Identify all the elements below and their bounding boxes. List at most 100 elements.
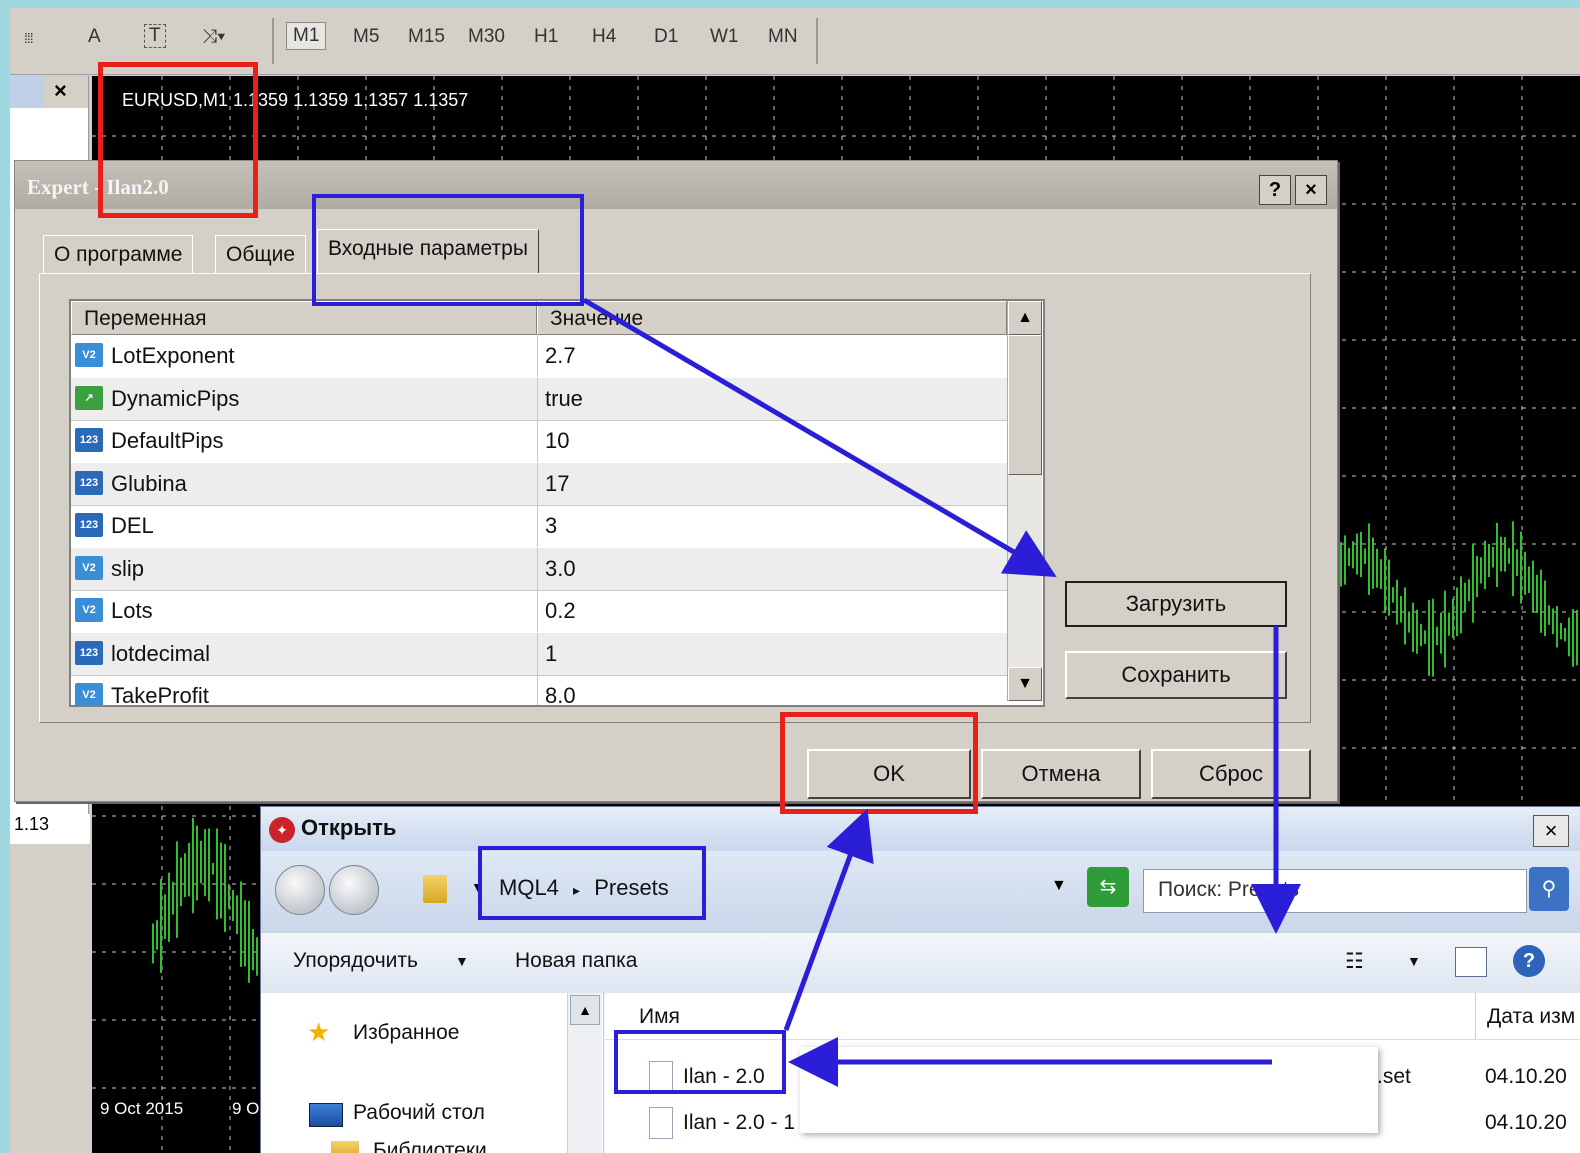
vertical-scrollbar[interactable]: ▲ ▼ <box>1007 301 1042 701</box>
reset-button[interactable]: Сброс <box>1151 749 1311 799</box>
toolbar-separator <box>816 18 818 64</box>
nav-scrollbar[interactable]: ▲ <box>567 993 602 1153</box>
period-m15[interactable]: M15 <box>408 26 445 48</box>
period-mn[interactable]: MN <box>768 26 798 48</box>
help-icon[interactable]: ? <box>1513 945 1545 977</box>
parameter-value[interactable]: 17 <box>545 471 569 497</box>
parameter-value[interactable]: 3.0 <box>545 556 576 582</box>
nav-item-favorites[interactable]: Избранное <box>353 1021 459 1045</box>
parameter-value[interactable]: 2.7 <box>545 343 576 369</box>
column-divider <box>537 675 538 705</box>
search-input[interactable]: Поиск: Presets <box>1143 869 1527 913</box>
back-icon[interactable] <box>275 865 325 915</box>
column-header-date[interactable]: Дата изм <box>1475 993 1580 1040</box>
candle-bar <box>1340 542 1342 587</box>
column-header-value[interactable]: Значение <box>537 301 1007 335</box>
parameter-row[interactable]: 123 lotdecimal 1 <box>71 632 1007 676</box>
nav-item-libraries[interactable]: Библиотеки <box>373 1139 487 1153</box>
parameter-name: TakeProfit <box>111 683 209 707</box>
parameter-row[interactable]: 123 Glubina 17 <box>71 462 1007 506</box>
column-divider <box>537 335 538 377</box>
period-m5[interactable]: M5 <box>353 26 379 48</box>
scroll-down-icon[interactable]: ▼ <box>1008 667 1042 701</box>
period-w1[interactable]: W1 <box>710 26 739 48</box>
parameter-row[interactable]: V2 slip 3.0 <box>71 547 1007 591</box>
search-icon[interactable]: ⚲ <box>1529 867 1569 911</box>
text-label-tool-icon[interactable]: T <box>144 24 166 48</box>
tab-about[interactable]: О программе <box>43 235 194 274</box>
period-d1[interactable]: D1 <box>654 26 678 48</box>
refresh-icon[interactable]: ⇆ <box>1087 867 1129 907</box>
candle-bar <box>1416 609 1418 654</box>
fibo-icon[interactable]: ⁞⁞⁞ <box>24 30 34 46</box>
parameter-name: Glubina <box>111 470 187 496</box>
parameter-value[interactable]: 8.0 <box>545 683 576 705</box>
candle-bar <box>1380 559 1382 590</box>
open-dialog-title: Открыть <box>301 815 397 840</box>
address-dropdown-icon[interactable]: ▼ <box>1051 877 1067 895</box>
organize-button[interactable]: Упорядочить <box>293 949 418 973</box>
nav-item-desktop[interactable]: Рабочий стол <box>353 1101 485 1125</box>
arrows-tool-icon[interactable]: ⤨▾ <box>202 26 225 48</box>
parameter-value[interactable]: true <box>545 386 583 412</box>
period-h1[interactable]: H1 <box>534 26 558 48</box>
candle-bar <box>1480 557 1482 584</box>
parameter-row[interactable]: 123 DefaultPips 10 <box>71 420 1007 464</box>
view-options-icon[interactable]: ☷ <box>1345 949 1364 974</box>
forward-icon[interactable] <box>329 865 379 915</box>
scroll-up-icon[interactable]: ▲ <box>1008 301 1042 335</box>
load-button[interactable]: Загрузить <box>1065 581 1287 627</box>
parameter-value[interactable]: 1 <box>545 641 557 667</box>
parameter-row[interactable]: V2 TakeProfit 8.0 <box>71 675 1007 707</box>
candle-bar <box>1464 582 1466 613</box>
parameter-row[interactable]: 123 DEL 3 <box>71 505 1007 549</box>
period-m30[interactable]: M30 <box>468 26 505 48</box>
save-button[interactable]: Сохранить <box>1065 651 1287 699</box>
parameter-name: DynamicPips <box>111 385 240 411</box>
candle-bar <box>1356 533 1358 575</box>
parameter-row[interactable]: V2 LotExponent 2.7 <box>71 335 1007 379</box>
column-name-label: Имя <box>639 1005 680 1028</box>
favorites-star-icon: ★ <box>307 1017 331 1047</box>
candle-bar <box>188 842 190 897</box>
candle-bar <box>1512 521 1514 597</box>
candle-bar <box>228 884 230 909</box>
candle-bar <box>1408 611 1410 633</box>
candle-bar <box>1460 576 1462 634</box>
organize-dropdown-icon[interactable]: ▼ <box>455 953 469 969</box>
period-h4[interactable]: H4 <box>592 26 616 48</box>
preview-pane-icon[interactable] <box>1455 947 1487 977</box>
chart-price-label: 1.13 <box>10 814 90 844</box>
navigator-close-icon[interactable]: × <box>54 78 67 104</box>
parameter-value[interactable]: 0.2 <box>545 598 576 624</box>
candle-bar <box>252 929 254 971</box>
view-dropdown-icon[interactable]: ▼ <box>1407 953 1421 969</box>
parameter-row[interactable]: V2 Lots 0.2 <box>71 590 1007 634</box>
parameters-grid: Переменная Значение V2 LotExponent 2.7 ↗ Dyn… <box>69 299 1045 707</box>
parameter-row[interactable]: ↗ DynamicPips true <box>71 377 1007 421</box>
cancel-button[interactable]: Отмена <box>981 749 1141 799</box>
nav-scroll-up-icon[interactable]: ▲ <box>570 995 600 1025</box>
help-button[interactable]: ? <box>1259 175 1291 205</box>
open-dialog-close-icon[interactable]: × <box>1533 815 1569 847</box>
new-folder-button[interactable]: Новая папка <box>515 949 637 973</box>
scroll-thumb[interactable] <box>1008 335 1042 475</box>
candle-bar <box>1388 559 1390 616</box>
close-button[interactable]: × <box>1295 175 1327 205</box>
tab-common[interactable]: Общие <box>215 235 307 274</box>
period-m1[interactable]: M1 <box>286 22 327 50</box>
candle-bar <box>1360 531 1362 578</box>
candle-bar <box>1572 609 1574 667</box>
file-date: 04.10.20 <box>1485 1065 1567 1088</box>
candle-bar <box>248 900 250 983</box>
column-header-variable[interactable]: Переменная <box>71 301 537 335</box>
parameter-value[interactable]: 3 <box>545 513 557 539</box>
parameter-value[interactable]: 10 <box>545 428 569 454</box>
real-type-icon: V2 <box>75 343 103 367</box>
candle-bar <box>1484 540 1486 590</box>
candle-bar <box>1344 535 1346 585</box>
text-tool-icon[interactable]: A <box>88 26 101 48</box>
annotation-red-box <box>780 712 978 814</box>
navigator-tab[interactable] <box>10 76 44 108</box>
candle-bar <box>244 900 246 967</box>
